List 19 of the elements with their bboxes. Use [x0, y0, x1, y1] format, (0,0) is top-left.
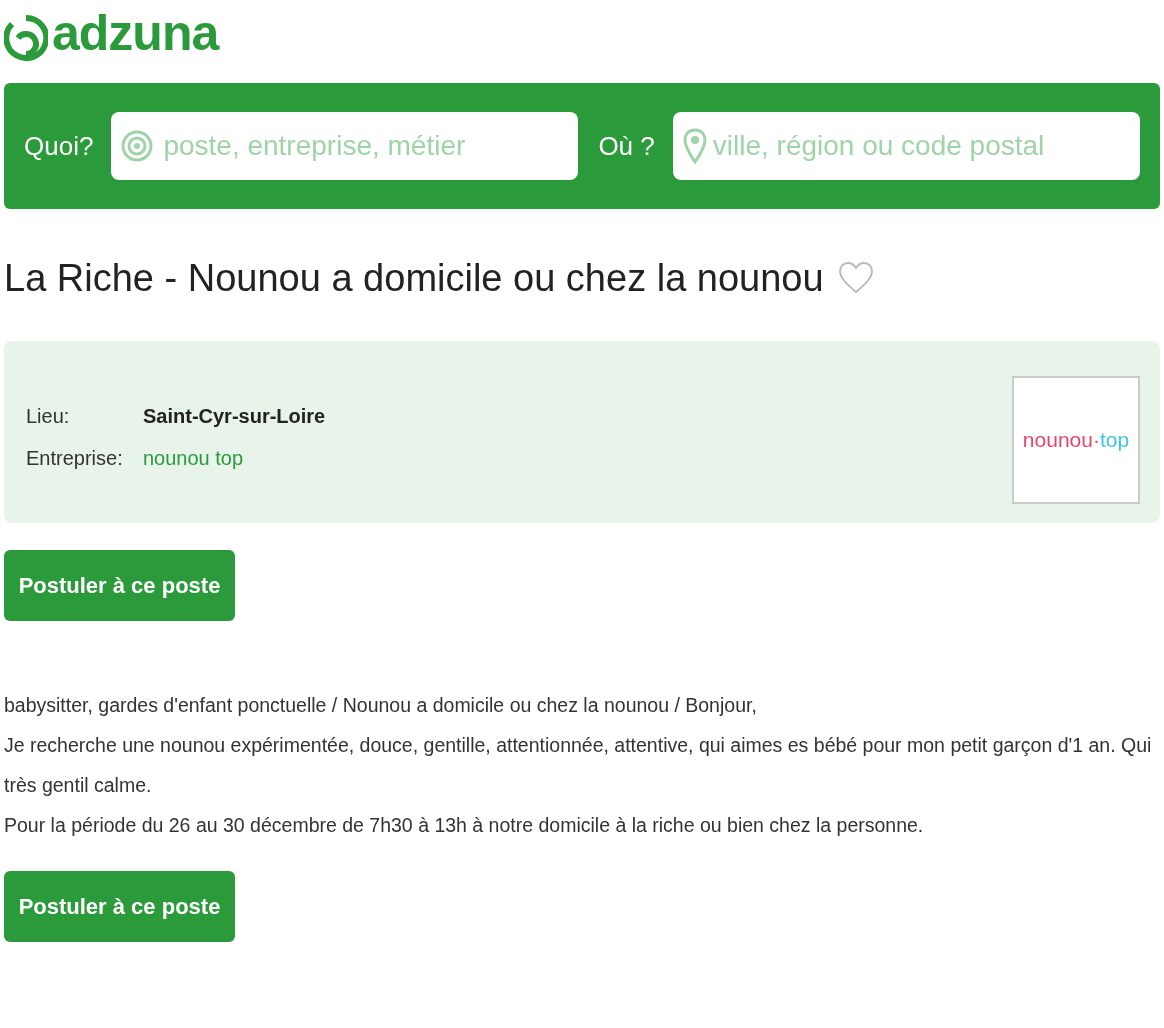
heart-icon[interactable] [837, 261, 874, 295]
company-link[interactable]: nounou top [143, 443, 244, 473]
description-paragraph: Je recherche une nounou expérimentée, douce, gentille, attentionnée, attentive, qui aimes es bébé pour mon petit garçon d'1 an. Qui très gentil calme. [4, 733, 1153, 798]
apply-button[interactable]: Postuler à ce poste [4, 871, 235, 942]
description-paragraph: Pour la période du 26 au 30 décembre de 7h30 à 13h à notre domicile à la riche ou bien chez la personne. [4, 813, 925, 838]
where-field[interactable]: ville, région ou code postal [672, 112, 1140, 180]
what-label: Quoi? [24, 129, 94, 163]
detail-value: Saint-Cyr-sur-Loire [143, 404, 326, 429]
job-title: La Riche - Nounou a domicile ou chez la nounou [4, 256, 824, 301]
location-pin-icon [682, 128, 707, 164]
where-label: Où ? [598, 129, 655, 163]
detail-label: Lieu: [26, 404, 71, 429]
what-field[interactable]: poste, entreprise, métier [111, 112, 579, 180]
apply-button[interactable]: Postuler à ce poste [4, 550, 235, 621]
detail-label: Entreprise: [26, 446, 124, 471]
company-logo: nounou·top [1012, 375, 1140, 504]
logo-wordmark[interactable]: adzuna [52, 8, 219, 58]
description-paragraph: babysitter, gardes d'enfant ponctuelle / Nounou a domicile ou chez la nounou / Bonjour, [4, 693, 758, 718]
target-icon [121, 130, 154, 162]
